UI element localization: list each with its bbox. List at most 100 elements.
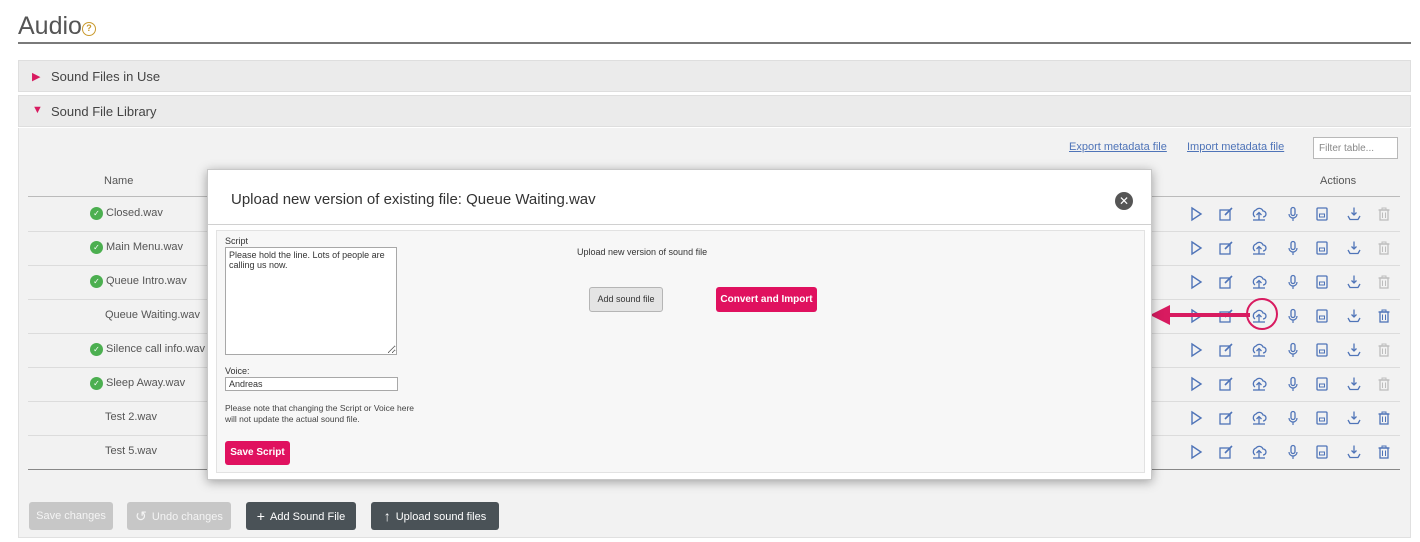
file-name: Silence call info.wav bbox=[106, 343, 206, 355]
add-sound-file-label: Add Sound File bbox=[269, 511, 346, 523]
microphone-icon[interactable] bbox=[1285, 376, 1301, 392]
convert-and-import-button[interactable]: Convert and Import bbox=[716, 287, 817, 312]
add-sound-file-button[interactable]: + Add Sound File bbox=[246, 502, 356, 530]
document-icon[interactable] bbox=[1314, 240, 1330, 256]
section-sound-files-in-use[interactable]: ▶ Sound Files in Use bbox=[18, 60, 1411, 92]
document-icon[interactable] bbox=[1314, 308, 1330, 324]
trash-icon[interactable] bbox=[1376, 376, 1392, 392]
dialog-title: Upload new version of existing file: Que… bbox=[231, 191, 596, 208]
microphone-icon[interactable] bbox=[1285, 444, 1301, 460]
upload-version-icon[interactable] bbox=[1251, 444, 1267, 460]
edit-icon[interactable] bbox=[1218, 240, 1234, 256]
document-icon[interactable] bbox=[1314, 410, 1330, 426]
download-icon[interactable] bbox=[1346, 274, 1362, 290]
dialog-body: Script Please hold the line. Lots of peo… bbox=[216, 230, 1145, 473]
trash-icon[interactable] bbox=[1376, 308, 1392, 324]
edit-icon[interactable] bbox=[1218, 342, 1234, 358]
dialog-header: Upload new version of existing file: Que… bbox=[208, 170, 1151, 225]
microphone-icon[interactable] bbox=[1285, 240, 1301, 256]
edit-icon[interactable] bbox=[1218, 444, 1234, 460]
upload-version-icon[interactable] bbox=[1251, 274, 1267, 290]
trash-icon[interactable] bbox=[1376, 342, 1392, 358]
check-icon: ✓ bbox=[90, 275, 103, 288]
document-icon[interactable] bbox=[1314, 444, 1330, 460]
play-icon[interactable] bbox=[1188, 410, 1204, 426]
collapse-arrow-icon: ▼ bbox=[32, 104, 43, 116]
file-name: Test 5.wav bbox=[105, 445, 157, 457]
check-icon: ✓ bbox=[90, 343, 103, 356]
trash-icon[interactable] bbox=[1376, 444, 1392, 460]
upload-version-icon[interactable] bbox=[1251, 410, 1267, 426]
play-icon[interactable] bbox=[1188, 342, 1204, 358]
edit-icon[interactable] bbox=[1218, 206, 1234, 222]
voice-input[interactable] bbox=[225, 377, 398, 391]
trash-icon[interactable] bbox=[1376, 274, 1392, 290]
upload-version-icon[interactable] bbox=[1251, 206, 1267, 222]
play-icon[interactable] bbox=[1188, 274, 1204, 290]
document-icon[interactable] bbox=[1314, 206, 1330, 222]
download-icon[interactable] bbox=[1346, 376, 1362, 392]
filter-table-input[interactable] bbox=[1313, 137, 1398, 159]
download-icon[interactable] bbox=[1346, 410, 1362, 426]
close-icon[interactable]: ✕ bbox=[1115, 192, 1133, 210]
microphone-icon[interactable] bbox=[1285, 274, 1301, 290]
upload-version-icon[interactable] bbox=[1251, 240, 1267, 256]
script-label: Script bbox=[225, 236, 249, 246]
check-icon: ✓ bbox=[90, 241, 103, 254]
trash-icon[interactable] bbox=[1376, 410, 1392, 426]
upload-version-icon[interactable] bbox=[1251, 342, 1267, 358]
column-header-name[interactable]: Name bbox=[104, 175, 133, 187]
section-label: Sound File Library bbox=[51, 104, 157, 119]
save-changes-button[interactable]: Save changes bbox=[29, 502, 113, 530]
script-textarea[interactable]: Please hold the line. Lots of people are… bbox=[225, 247, 397, 355]
undo-changes-label: Undo changes bbox=[151, 511, 223, 523]
download-icon[interactable] bbox=[1346, 206, 1362, 222]
trash-icon[interactable] bbox=[1376, 206, 1392, 222]
file-name: Closed.wav bbox=[106, 207, 163, 219]
voice-label: Voice: bbox=[225, 366, 250, 376]
download-icon[interactable] bbox=[1346, 342, 1362, 358]
arrow-up-icon: ↑ bbox=[383, 508, 391, 524]
file-name: Test 2.wav bbox=[105, 411, 157, 423]
check-icon: ✓ bbox=[90, 377, 103, 390]
play-icon[interactable] bbox=[1188, 206, 1204, 222]
save-script-button[interactable]: Save Script bbox=[225, 441, 290, 465]
script-note: Please note that changing the Script or … bbox=[225, 403, 415, 424]
download-icon[interactable] bbox=[1346, 444, 1362, 460]
file-name: Main Menu.wav bbox=[106, 241, 184, 253]
import-metadata-link[interactable]: Import metadata file bbox=[1187, 141, 1284, 153]
add-sound-file-dialog-button[interactable]: Add sound file bbox=[589, 287, 663, 312]
export-metadata-link[interactable]: Export metadata file bbox=[1069, 141, 1167, 153]
download-icon[interactable] bbox=[1346, 308, 1362, 324]
upload-sound-files-label: Upload sound files bbox=[395, 511, 487, 523]
edit-icon[interactable] bbox=[1218, 274, 1234, 290]
microphone-icon[interactable] bbox=[1285, 342, 1301, 358]
upload-version-label: Upload new version of sound file bbox=[577, 247, 708, 257]
microphone-icon[interactable] bbox=[1285, 410, 1301, 426]
help-icon[interactable]: ? bbox=[82, 22, 96, 36]
file-name: Sleep Away.wav bbox=[106, 377, 186, 389]
file-name: Queue Waiting.wav bbox=[105, 309, 200, 321]
document-icon[interactable] bbox=[1314, 274, 1330, 290]
microphone-icon[interactable] bbox=[1285, 308, 1301, 324]
undo-icon: ↺ bbox=[135, 508, 147, 524]
play-icon[interactable] bbox=[1188, 444, 1204, 460]
document-icon[interactable] bbox=[1314, 376, 1330, 392]
download-icon[interactable] bbox=[1346, 240, 1362, 256]
play-icon[interactable] bbox=[1188, 376, 1204, 392]
edit-icon[interactable] bbox=[1218, 376, 1234, 392]
upload-version-dialog: Upload new version of existing file: Que… bbox=[207, 169, 1152, 480]
file-name: Queue Intro.wav bbox=[106, 275, 187, 287]
edit-icon[interactable] bbox=[1218, 410, 1234, 426]
upload-version-icon[interactable] bbox=[1251, 376, 1267, 392]
document-icon[interactable] bbox=[1314, 342, 1330, 358]
expand-arrow-icon: ▶ bbox=[32, 71, 41, 83]
page-title: Audio bbox=[18, 12, 82, 40]
upload-sound-files-button[interactable]: ↑ Upload sound files bbox=[371, 502, 499, 530]
section-sound-file-library[interactable]: ▼ Sound File Library bbox=[18, 95, 1411, 127]
section-label: Sound Files in Use bbox=[51, 69, 161, 84]
microphone-icon[interactable] bbox=[1285, 206, 1301, 222]
play-icon[interactable] bbox=[1188, 240, 1204, 256]
undo-changes-button[interactable]: ↺ Undo changes bbox=[127, 502, 231, 530]
trash-icon[interactable] bbox=[1376, 240, 1392, 256]
